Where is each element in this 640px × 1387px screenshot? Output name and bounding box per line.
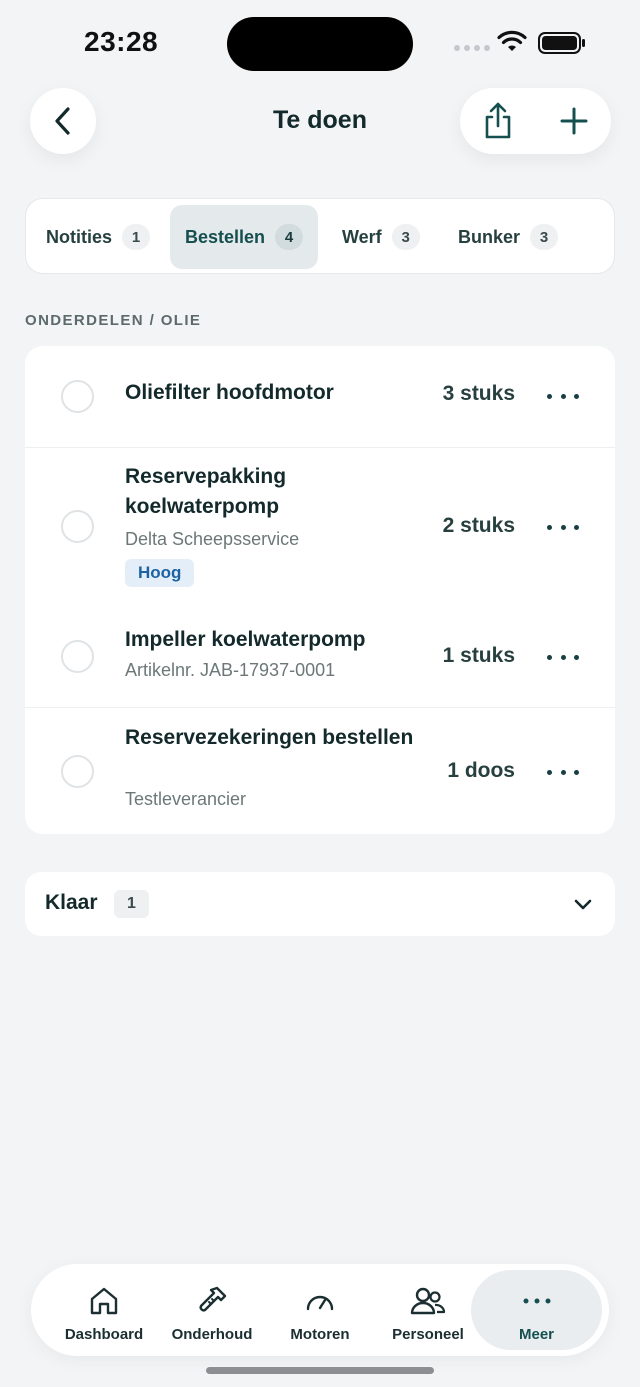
list-item[interactable]: Impeller koelwaterpomp Artikelnr. JAB-17… xyxy=(25,606,615,707)
more-options-button[interactable] xyxy=(547,386,579,406)
tab-count-badge: 4 xyxy=(275,224,304,250)
home-indicator[interactable] xyxy=(206,1367,434,1374)
list-item[interactable]: Reservezekeringen bestellen Testleveranc… xyxy=(25,708,615,834)
item-checkbox[interactable] xyxy=(61,755,94,788)
bottom-tab-bar: Dashboard Onderhoud Motoren Personeel Me… xyxy=(31,1264,609,1356)
item-title: Reservezekeringen bestellen xyxy=(125,726,414,749)
battery-icon xyxy=(538,32,585,54)
tab-notities[interactable]: Notities 1 xyxy=(46,205,151,269)
done-count-badge: 1 xyxy=(114,890,149,918)
tab-bunker[interactable]: Bunker 3 xyxy=(458,205,559,269)
more-icon xyxy=(523,1298,550,1304)
nav-meer[interactable]: Meer xyxy=(471,1270,602,1350)
tab-label: Bunker xyxy=(458,226,521,247)
more-options-button[interactable] xyxy=(547,517,579,537)
nav-label: Personeel xyxy=(392,1326,464,1343)
gauge-icon xyxy=(306,1295,334,1311)
wifi-icon xyxy=(497,30,527,51)
nav-motoren[interactable]: Motoren xyxy=(269,1264,371,1356)
nav-label: Motoren xyxy=(290,1326,350,1343)
wrench-icon xyxy=(199,1286,227,1312)
share-button[interactable] xyxy=(478,101,518,141)
item-quantity: 3 stuks xyxy=(442,382,515,405)
order-list: Oliefilter hoofdmotor 3 stuks Reservepak… xyxy=(25,346,615,834)
more-options-button[interactable] xyxy=(547,762,579,782)
tab-werf[interactable]: Werf 3 xyxy=(342,205,420,269)
plus-icon xyxy=(560,107,588,135)
item-title: Impeller koelwaterpomp xyxy=(125,628,366,651)
header-actions xyxy=(460,88,611,154)
item-quantity: 1 stuks xyxy=(442,644,515,667)
tab-label: Notities xyxy=(46,226,113,247)
people-icon xyxy=(410,1287,446,1315)
item-checkbox[interactable] xyxy=(61,510,94,543)
add-button[interactable] xyxy=(554,101,594,141)
tab-label: Bestellen xyxy=(185,226,266,247)
tab-label: Werf xyxy=(342,226,382,247)
item-article-number: Artikelnr. JAB-17937-0001 xyxy=(125,660,336,680)
item-supplier: Testleverancier xyxy=(125,789,247,809)
list-item[interactable]: Reservepakking koelwaterpomp Delta Schee… xyxy=(25,448,615,606)
list-item[interactable]: Oliefilter hoofdmotor 3 stuks xyxy=(25,346,615,447)
priority-badge: Hoog xyxy=(125,559,195,587)
more-options-button[interactable] xyxy=(547,647,579,667)
status-time: 23:28 xyxy=(84,26,159,57)
tab-count-badge: 3 xyxy=(391,224,420,250)
item-quantity: 2 stuks xyxy=(442,514,515,537)
item-quantity: 1 doos xyxy=(447,759,515,782)
nav-label: Meer xyxy=(518,1326,555,1343)
segment-tabs: Notities 1 Bestellen 4 Werf 3 Bunker 3 xyxy=(25,198,615,274)
tab-count-badge: 3 xyxy=(530,224,559,250)
done-section-toggle[interactable]: Klaar 1 xyxy=(25,872,615,936)
nav-dashboard[interactable]: Dashboard xyxy=(53,1264,155,1356)
nav-label: Onderhoud xyxy=(171,1326,253,1343)
item-title: Reservepakking koelwaterpomp xyxy=(125,465,287,518)
item-checkbox[interactable] xyxy=(61,640,94,673)
dynamic-island xyxy=(227,17,413,71)
tab-bestellen[interactable]: Bestellen 4 xyxy=(170,205,318,269)
home-icon xyxy=(90,1287,118,1315)
done-section-label: Klaar xyxy=(45,891,98,914)
share-icon xyxy=(485,102,511,139)
nav-personeel[interactable]: Personeel xyxy=(377,1264,479,1356)
tab-count-badge: 1 xyxy=(122,224,151,250)
item-checkbox[interactable] xyxy=(61,380,94,413)
section-title: ONDERDELEN / OLIE xyxy=(25,312,202,329)
item-supplier: Delta Scheepsservice xyxy=(125,529,300,549)
item-title: Oliefilter hoofdmotor xyxy=(125,381,334,404)
nav-onderhoud[interactable]: Onderhoud xyxy=(161,1264,263,1356)
chevron-down-icon xyxy=(574,899,592,910)
cellular-signal-icon xyxy=(454,45,490,51)
nav-label: Dashboard xyxy=(64,1326,144,1343)
